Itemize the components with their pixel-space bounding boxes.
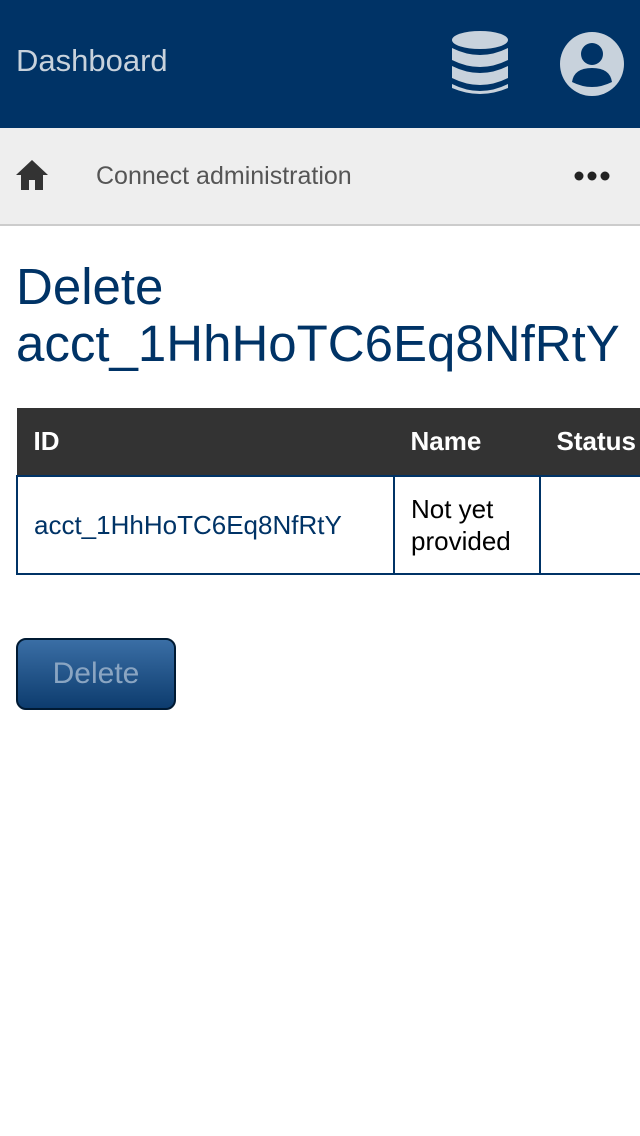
accounts-table-container: ID Name Status acct_1HhHoTC6Eq8NfRtY Not… xyxy=(16,408,640,575)
cell-account-name: Not yet provided xyxy=(393,474,541,575)
account-icon[interactable] xyxy=(558,30,626,98)
connect-administration-link[interactable]: Connect administration xyxy=(96,161,352,191)
delete-button[interactable]: Delete xyxy=(16,638,176,710)
cell-account-id[interactable]: acct_1HhHoTC6Eq8NfRtY xyxy=(16,474,395,575)
page-title: Delete acct_1HhHoTC6Eq8NfRtY xyxy=(16,258,620,372)
table-row: acct_1HhHoTC6Eq8NfRtY Not yet provided xyxy=(16,474,640,575)
more-icon[interactable] xyxy=(572,166,612,186)
column-header-name: Name xyxy=(393,408,541,476)
accounts-table: ID Name Status acct_1HhHoTC6Eq8NfRtY Not… xyxy=(16,408,640,575)
dashboard-link[interactable]: Dashboard xyxy=(16,42,168,80)
cell-account-status xyxy=(539,474,640,575)
top-bar: Dashboard xyxy=(0,0,640,128)
home-icon[interactable] xyxy=(14,157,50,193)
column-header-id: ID xyxy=(16,408,395,476)
column-header-status: Status xyxy=(539,408,640,476)
breadcrumb-bar: Connect administration xyxy=(0,128,640,226)
database-icon[interactable] xyxy=(448,30,512,98)
table-header-row: ID Name Status xyxy=(16,408,640,476)
